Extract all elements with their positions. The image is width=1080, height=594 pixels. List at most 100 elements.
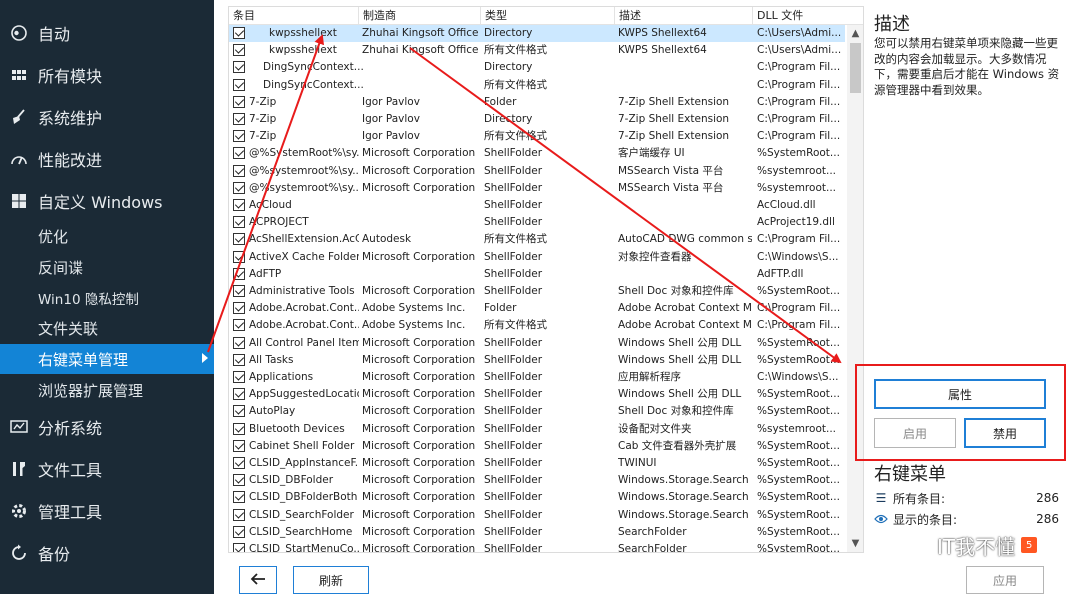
cell-manufacturer: Adobe Systems Inc. (362, 302, 466, 315)
cell-item: AcCloud (249, 199, 292, 211)
cell-type: ShellFolder (484, 457, 543, 469)
cell-manufacturer: Microsoft Corporation (362, 422, 476, 435)
context-menu-table: 条目 制造商 类型 描述 DLL 文件 kwpsshellext Zhuhai K… (228, 6, 864, 553)
row-checkbox[interactable] (233, 267, 245, 280)
table-row[interactable]: AutoPlay Microsoft Corporation ShellFolder… (229, 403, 845, 420)
table-row[interactable]: 7-Zip Igor Pavlov Directory 7-Zip Shell Ext… (229, 111, 845, 128)
table-row[interactable]: CLSID_SearchFolder Microsoft Corporation S… (229, 507, 845, 524)
column-header-item[interactable]: 条目 (229, 7, 359, 25)
back-button[interactable] (239, 566, 277, 594)
sidebar-item-customize-windows[interactable]: 自定义 Windows (0, 186, 214, 216)
row-checkbox[interactable] (233, 44, 245, 57)
table-row[interactable]: CLSID_AppInstanceF... Microsoft Corporati… (229, 455, 845, 472)
sidebar-item-backup[interactable]: 备份 (0, 538, 214, 568)
table-row[interactable]: @%systemroot%\sy... Microsoft Corporation… (229, 180, 845, 197)
row-checkbox[interactable] (233, 27, 245, 39)
row-checkbox[interactable] (233, 250, 245, 263)
row-checkbox[interactable] (233, 61, 245, 74)
row-checkbox[interactable] (233, 199, 245, 211)
sidebar-item-file-tools[interactable]: 文件工具 (0, 454, 214, 484)
sidebar-subitem-file-association[interactable]: 文件关联 (0, 314, 214, 342)
table-row[interactable]: kwpsshellext Zhuhai Kingsoft Office ... 所有… (229, 42, 845, 59)
sidebar-subitem-context-menu[interactable]: 右键菜单管理 (0, 344, 214, 374)
row-checkbox[interactable] (233, 405, 245, 418)
cell-description (618, 266, 752, 283)
table-row[interactable]: AdFTP ShellFolder AdFTP.dll (229, 266, 845, 283)
scroll-down-icon[interactable]: ▼ (847, 535, 863, 552)
apply-button[interactable]: 应用 (966, 566, 1044, 594)
cell-description: AutoCAD DWG common sh... (618, 233, 752, 246)
table-row[interactable]: AcCloud ShellFolder AcCloud.dll (229, 197, 845, 214)
row-checkbox[interactable] (233, 113, 245, 125)
table-row[interactable]: Applications Microsoft Corporation ShellFo… (229, 369, 845, 386)
row-checkbox[interactable] (233, 508, 245, 521)
sidebar-item-system-maintenance[interactable]: 系统维护 (0, 102, 214, 132)
table-row[interactable]: CLSID_SearchHome Microsoft Corporation She… (229, 524, 845, 541)
watermark: IT我不懂 5 (905, 530, 1038, 560)
row-checkbox[interactable] (233, 525, 245, 538)
cell-item: All Control Panel Items (249, 336, 359, 349)
table-row[interactable]: kwpsshellext Zhuhai Kingsoft Office ... Di… (229, 25, 845, 43)
row-checkbox[interactable] (233, 216, 245, 229)
table-row[interactable]: DingSyncContext... 所有文件格式 C:\Program Fil..… (229, 77, 845, 94)
row-checkbox[interactable] (233, 422, 245, 435)
table-row[interactable]: AppSuggestedLocationsMicrosoft Corporati… (229, 386, 845, 403)
row-checkbox[interactable] (233, 181, 245, 194)
column-header-type[interactable]: 类型 (481, 7, 615, 25)
scrollbar-thumb[interactable] (850, 43, 861, 93)
table-row[interactable]: @%systemroot%\sy... Microsoft Corporation… (229, 163, 845, 180)
column-header-dll[interactable]: DLL 文件 (753, 7, 863, 25)
sidebar-subitem-browser-extensions[interactable]: 浏览器扩展管理 (0, 376, 214, 404)
sidebar-item-analysis[interactable]: 分析系统 (0, 412, 214, 442)
row-checkbox[interactable] (233, 371, 245, 383)
row-checkbox[interactable] (233, 130, 245, 143)
table-row[interactable]: All Control Panel Items Microsoft Corpora… (229, 335, 845, 352)
table-row[interactable]: 7-Zip Igor Pavlov 所有文件格式 7-Zip Shell Extens… (229, 128, 845, 145)
table-row[interactable]: Adobe.Acrobat.Cont... Adobe Systems Inc. 所… (229, 317, 845, 334)
sidebar-item-performance[interactable]: 性能改进 (0, 144, 214, 174)
refresh-button[interactable]: 刷新 (293, 566, 369, 594)
sidebar-subitem-win10-privacy[interactable]: Win10 隐私控制 (0, 284, 214, 312)
table-row[interactable]: CLSID_DBFolder Microsoft Corporation Shell… (229, 472, 845, 489)
table-row[interactable]: 7-Zip Igor Pavlov Folder 7-Zip Shell Extens… (229, 94, 845, 111)
row-checkbox[interactable] (233, 474, 245, 487)
sidebar-subitem-optimize[interactable]: 优化 (0, 222, 214, 250)
table-row[interactable]: Cabinet Shell Folder Microsoft Corporatio… (229, 438, 845, 455)
table-row[interactable]: DingSyncContext... Directory C:\Program Fi… (229, 59, 845, 76)
row-checkbox[interactable] (233, 353, 245, 366)
row-checkbox[interactable] (233, 164, 245, 177)
table-row[interactable]: ACPROJECT ShellFolder AcProject19.dll (229, 214, 845, 231)
table-row[interactable]: Administrative Tools Microsoft Corporatio… (229, 283, 845, 300)
row-checkbox[interactable] (233, 285, 245, 297)
row-checkbox[interactable] (233, 336, 245, 349)
cell-item: ActiveX Cache Folder (249, 250, 359, 263)
row-checkbox[interactable] (233, 491, 245, 504)
row-checkbox[interactable] (233, 319, 245, 332)
table-row[interactable]: Adobe.Acrobat.Cont... Adobe Systems Inc. F… (229, 300, 845, 317)
table-row[interactable]: CLSID_DBFolderBoth Microsoft Corporation S… (229, 489, 845, 506)
table-row[interactable]: CLSID_StartMenuCo... Microsoft Corporatio… (229, 541, 845, 552)
scroll-up-icon[interactable]: ▲ (847, 25, 863, 42)
row-checkbox[interactable] (233, 233, 245, 246)
sidebar-item-auto[interactable]: 自动 (0, 18, 214, 48)
row-checkbox[interactable] (233, 543, 245, 552)
table-row[interactable]: Bluetooth Devices Microsoft Corporation Sh… (229, 421, 845, 438)
vertical-scrollbar[interactable]: ▲ ▼ (847, 25, 863, 552)
cell-dll: %SystemRoot... (757, 353, 840, 366)
sidebar-item-all-modules[interactable]: 所有模块 (0, 60, 214, 90)
sidebar-subitem-antispy[interactable]: 反间谍 (0, 253, 214, 281)
column-header-manufacturer[interactable]: 制造商 (359, 7, 481, 25)
row-checkbox[interactable] (233, 95, 245, 108)
table-row[interactable]: ActiveX Cache Folder Microsoft Corporatio… (229, 249, 845, 266)
table-row[interactable]: @%SystemRoot%\sy... Microsoft Corporation… (229, 145, 845, 162)
row-checkbox[interactable] (233, 457, 245, 469)
row-checkbox[interactable] (233, 147, 245, 160)
sidebar-item-admin-tools[interactable]: 管理工具 (0, 496, 214, 526)
row-checkbox[interactable] (233, 302, 245, 315)
row-checkbox[interactable] (233, 388, 245, 401)
row-checkbox[interactable] (233, 439, 245, 452)
column-header-description[interactable]: 描述 (615, 7, 753, 25)
table-row[interactable]: All Tasks Microsoft Corporation ShellFolde… (229, 352, 845, 369)
row-checkbox[interactable] (233, 78, 245, 91)
table-row[interactable]: AcShellExtension.AcC...Autodesk 所有文件格式 Aut… (229, 231, 845, 248)
